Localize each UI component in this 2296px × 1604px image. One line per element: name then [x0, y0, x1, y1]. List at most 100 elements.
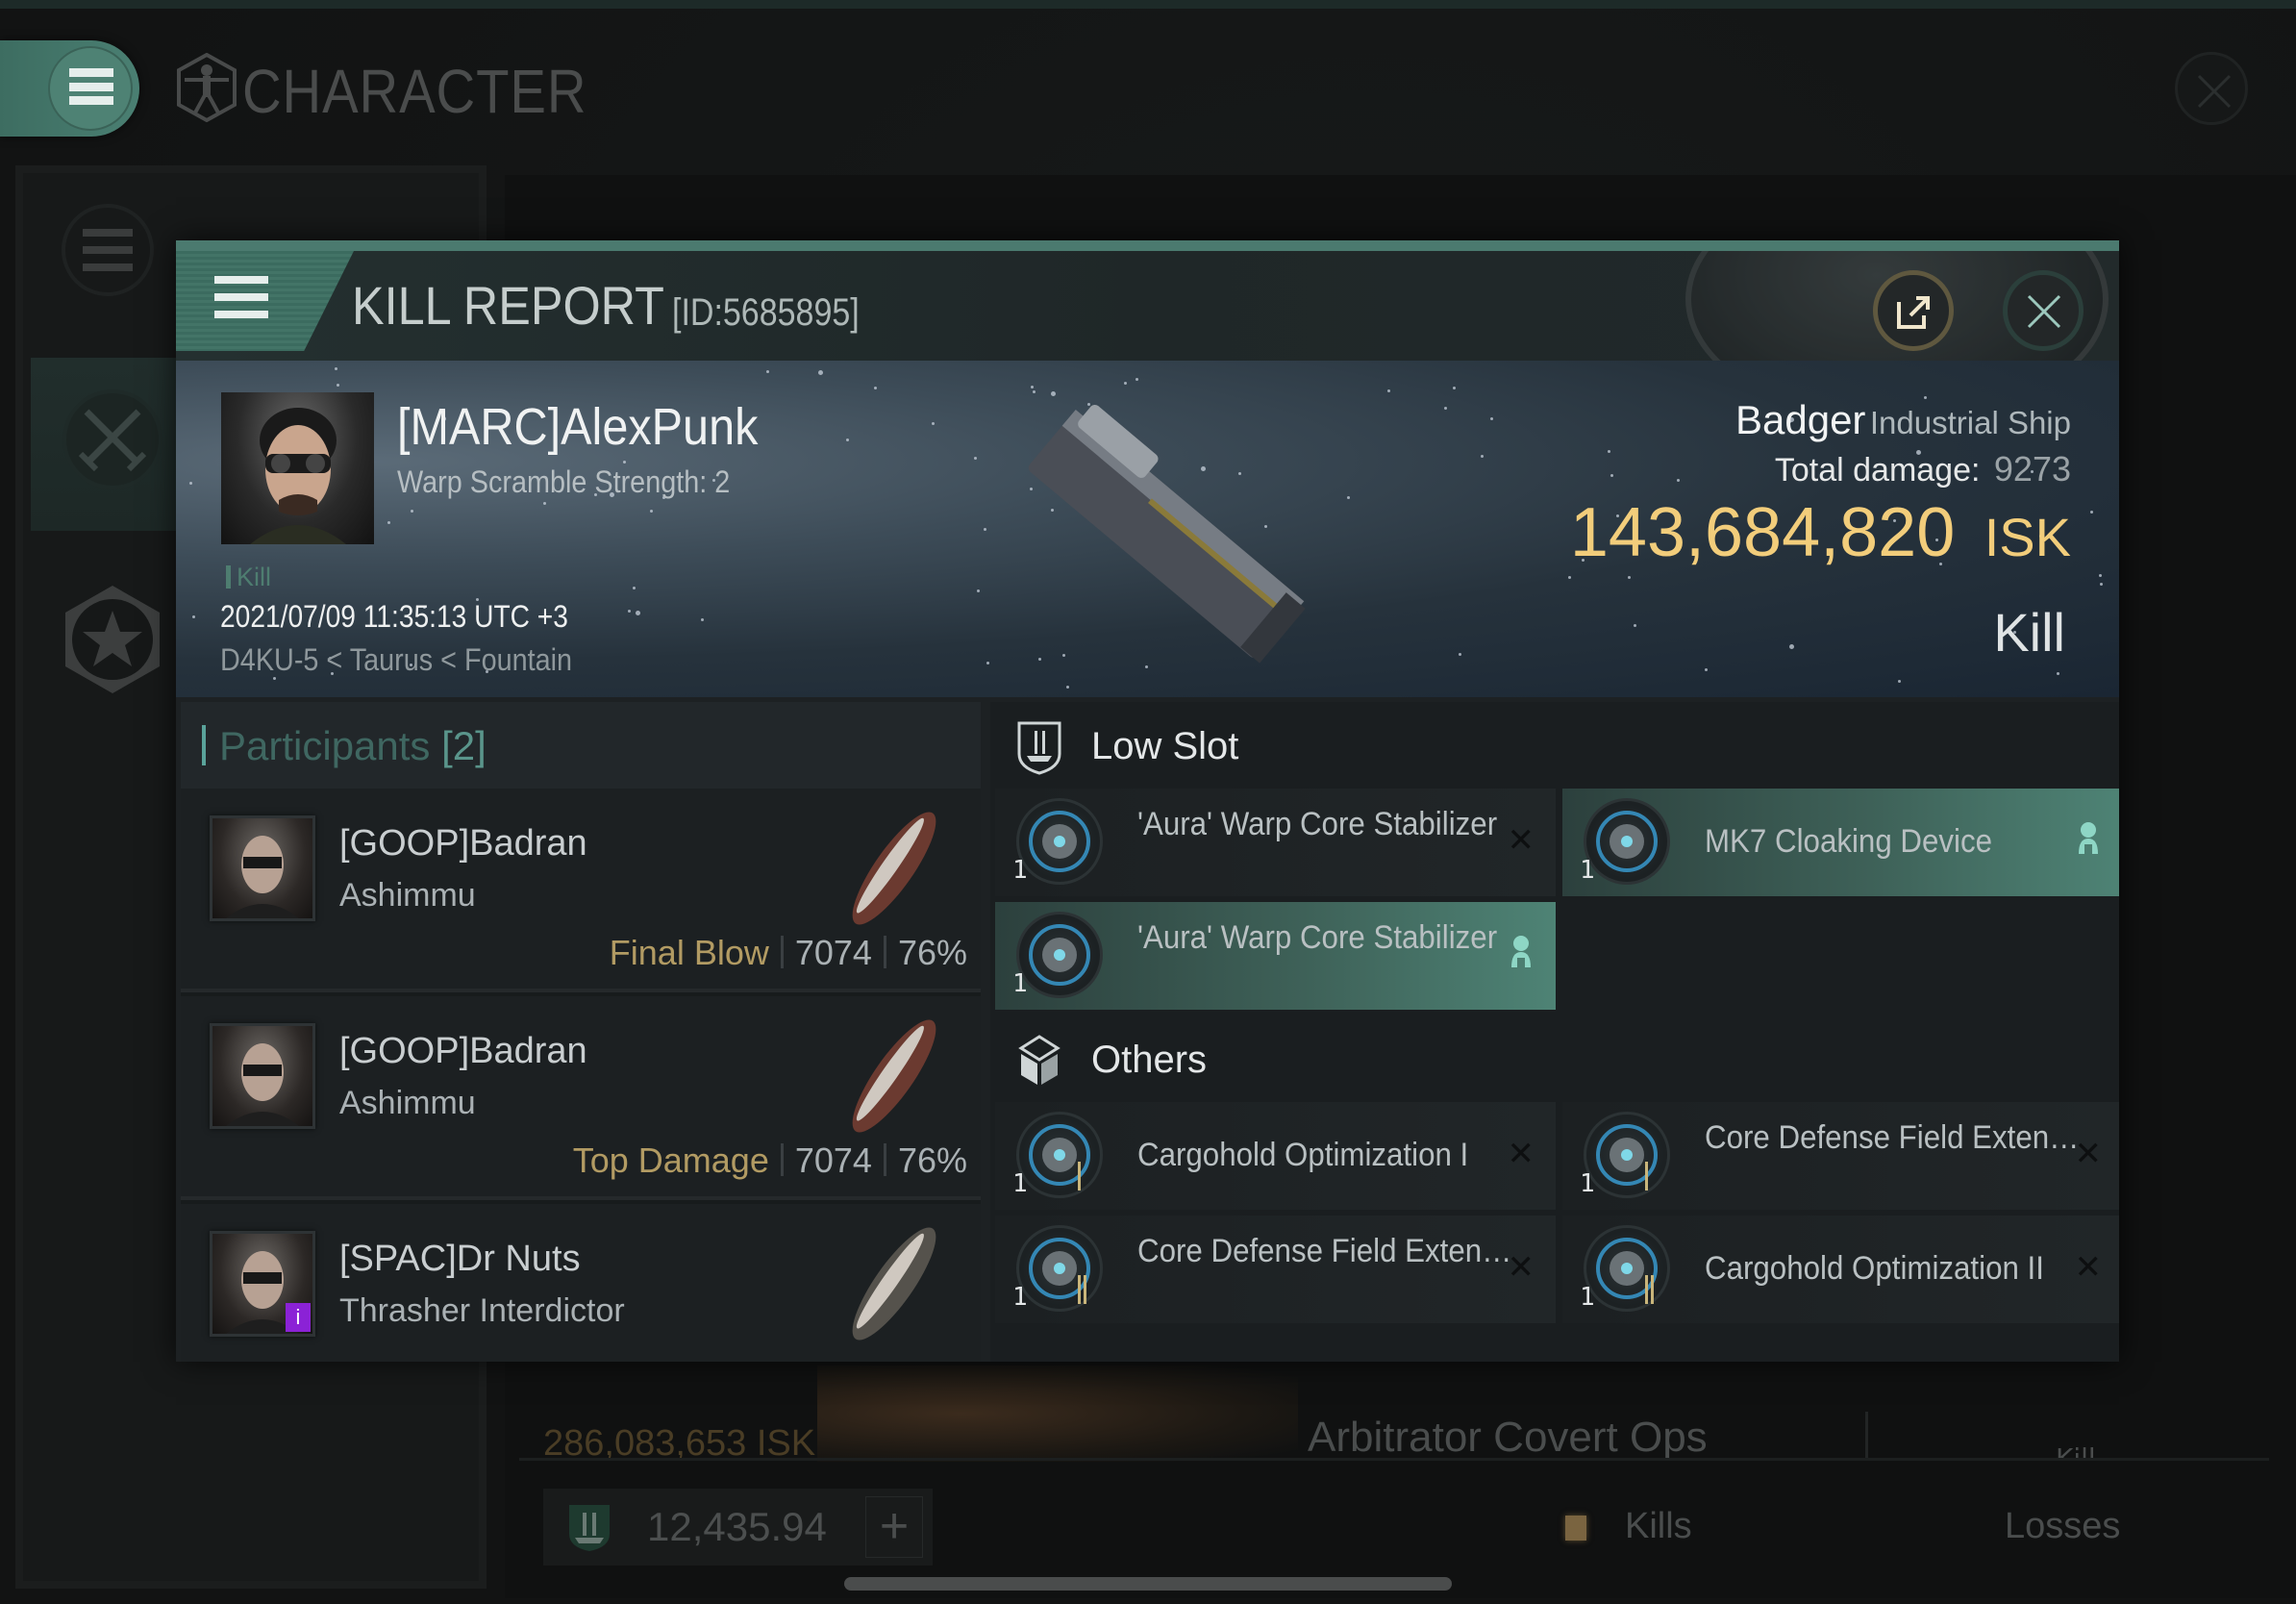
- losses-filter-checkbox[interactable]: [1929, 1500, 1984, 1556]
- participant-row[interactable]: [GOOP]Badran Ashimmu Top Damage 7074 76%: [181, 996, 981, 1200]
- item-name: Cargohold Optimization I: [1137, 1137, 1469, 1173]
- star: [1453, 387, 1456, 389]
- star: [1789, 644, 1794, 649]
- item-dropped[interactable]: 1 MK7 Cloaking Device: [1562, 789, 2119, 896]
- ship-thumbnail: [817, 1366, 1298, 1462]
- close-x-icon: [2197, 74, 2232, 109]
- participant-name[interactable]: [GOOP]Badran: [339, 823, 587, 865]
- participant-role: Final Blow: [609, 933, 769, 972]
- participant-portrait[interactable]: [210, 815, 315, 921]
- victim-ship-image: [1028, 405, 1306, 664]
- destroyed-x-icon: ✕: [2074, 1249, 2103, 1286]
- star: [1628, 576, 1631, 579]
- victim-ship-class: Industrial Ship: [1869, 405, 2071, 440]
- hamburger-icon: [214, 276, 268, 318]
- participant-name[interactable]: [GOOP]Badran: [339, 1031, 587, 1072]
- module-icon: [1584, 798, 1670, 885]
- star: [846, 439, 849, 441]
- star: [335, 367, 337, 370]
- dialog-accent-line: [176, 240, 2119, 251]
- star: [1608, 450, 1610, 453]
- destroyed-x-icon: ✕: [1507, 1249, 1535, 1286]
- main-menu-button[interactable]: [0, 40, 139, 137]
- battle-result: Kill: [1993, 602, 2065, 663]
- star: [2099, 574, 2102, 577]
- kill-report-dialog: KILL REPORT [ID:5685895] [MARC]AlexPunk …: [176, 240, 2119, 1362]
- dialog-title: KILL REPORT: [352, 275, 664, 336]
- vitruvian-man-icon: [177, 53, 237, 122]
- item-quantity: 1: [1580, 856, 1595, 885]
- item-destroyed[interactable]: 1 'Aura' Warp Core Stabilizer ✕: [995, 789, 1556, 896]
- participant-portrait[interactable]: [210, 1023, 315, 1129]
- participant-ship: Ashimmu: [339, 877, 476, 914]
- sidebar-item-menu[interactable]: [31, 173, 185, 327]
- item-destroyed[interactable]: 1 Cargohold Optimization I ✕: [995, 1102, 1556, 1210]
- star: [636, 611, 640, 615]
- stat-separator: [883, 1143, 886, 1176]
- star: [1459, 653, 1461, 656]
- close-x-icon: [2027, 294, 2061, 329]
- module-icon: [1584, 1112, 1670, 1198]
- participant-portrait[interactable]: i: [210, 1231, 315, 1337]
- participant-role: Top Damage: [572, 1140, 769, 1180]
- star: [974, 457, 977, 460]
- participant-row[interactable]: i [SPAC]Dr Nuts Thrasher Interdictor: [181, 1204, 981, 1362]
- kill-report-id: [ID:5685895]: [672, 291, 860, 334]
- item-name: Core Defense Field Extende...: [1705, 1119, 2081, 1156]
- dropped-person-icon: [1508, 935, 1535, 976]
- victim-name[interactable]: [MARC]AlexPunk: [397, 397, 758, 457]
- item-dropped[interactable]: 1 'Aura' Warp Core Stabilizer: [995, 902, 1556, 1010]
- star: [1705, 668, 1708, 671]
- add-funds-button[interactable]: +: [865, 1496, 923, 1558]
- participants-header: Participants [2]: [181, 702, 981, 789]
- section-header: Low Slot: [990, 702, 2119, 789]
- kill-location[interactable]: D4KU-5 < Taurus < Fountain: [220, 642, 572, 678]
- star: [1634, 624, 1636, 627]
- item-destroyed[interactable]: 1 Core Defense Field Extende... ✕: [1562, 1102, 2119, 1210]
- close-dialog-button[interactable]: [2003, 270, 2084, 351]
- participant-damage: 7074: [794, 1140, 872, 1180]
- home-indicator-bar[interactable]: [844, 1577, 1452, 1591]
- dropped-person-icon: [2075, 821, 2102, 863]
- info-badge-icon[interactable]: i: [286, 1303, 311, 1332]
- section-title: Low Slot: [1091, 725, 1239, 767]
- participant-row[interactable]: [GOOP]Badran Ashimmu Final Blow 7074 76%: [181, 789, 981, 992]
- wallet-balance: 12,435.94 +: [543, 1489, 933, 1566]
- losses-filter-label[interactable]: Losses: [2005, 1506, 2120, 1547]
- hamburger-icon: [69, 68, 113, 105]
- sidebar-item-medals[interactable]: [31, 553, 185, 726]
- star: [1568, 576, 1571, 579]
- star: [1347, 496, 1350, 499]
- kills-filter-checkbox[interactable]: [1548, 1500, 1604, 1556]
- participants-title-text: Participants: [219, 723, 431, 768]
- item-destroyed[interactable]: 1 Cargohold Optimization II ✕: [1562, 1216, 2119, 1323]
- screen-title: CHARACTER: [242, 57, 587, 126]
- share-button[interactable]: [1873, 270, 1954, 351]
- tech-tier-I-icon: [1078, 1162, 1087, 1190]
- star: [984, 528, 986, 531]
- kills-filter-label[interactable]: Kills: [1625, 1506, 1692, 1547]
- victim-ship-info: Badger Industrial Ship: [1735, 397, 2071, 443]
- isk-value: 143,684,820 ISK: [1570, 493, 2071, 572]
- victim-portrait[interactable]: [221, 392, 374, 544]
- participant-stats: Top Damage 7074 76%: [573, 1140, 967, 1181]
- star: [818, 370, 823, 375]
- row-status: Kill: [2056, 1442, 2096, 1458]
- star: [411, 510, 413, 513]
- victim-ship-name[interactable]: Badger: [1735, 397, 1865, 442]
- stat-separator: [883, 936, 886, 968]
- item-name: 'Aura' Warp Core Stabilizer: [1137, 806, 1498, 842]
- item-destroyed[interactable]: 1 Core Defense Field Extende... ✕: [995, 1216, 1556, 1323]
- dialog-menu-button[interactable]: [176, 251, 354, 351]
- sidebar-item-battle[interactable]: [31, 358, 185, 531]
- tech-tier-I-icon: [1645, 1162, 1655, 1190]
- stat-separator: [780, 1143, 784, 1176]
- isk-unit: ISK: [1984, 507, 2071, 567]
- participants-title: Participants [2]: [219, 723, 487, 769]
- star: [337, 384, 339, 387]
- kill-type-tag: Kill: [226, 563, 271, 592]
- participants-count: [2]: [441, 723, 487, 768]
- screen-close-button[interactable]: [2175, 52, 2248, 125]
- participant-stats: Final Blow 7074 76%: [610, 933, 967, 973]
- participant-name[interactable]: [SPAC]Dr Nuts: [339, 1239, 581, 1280]
